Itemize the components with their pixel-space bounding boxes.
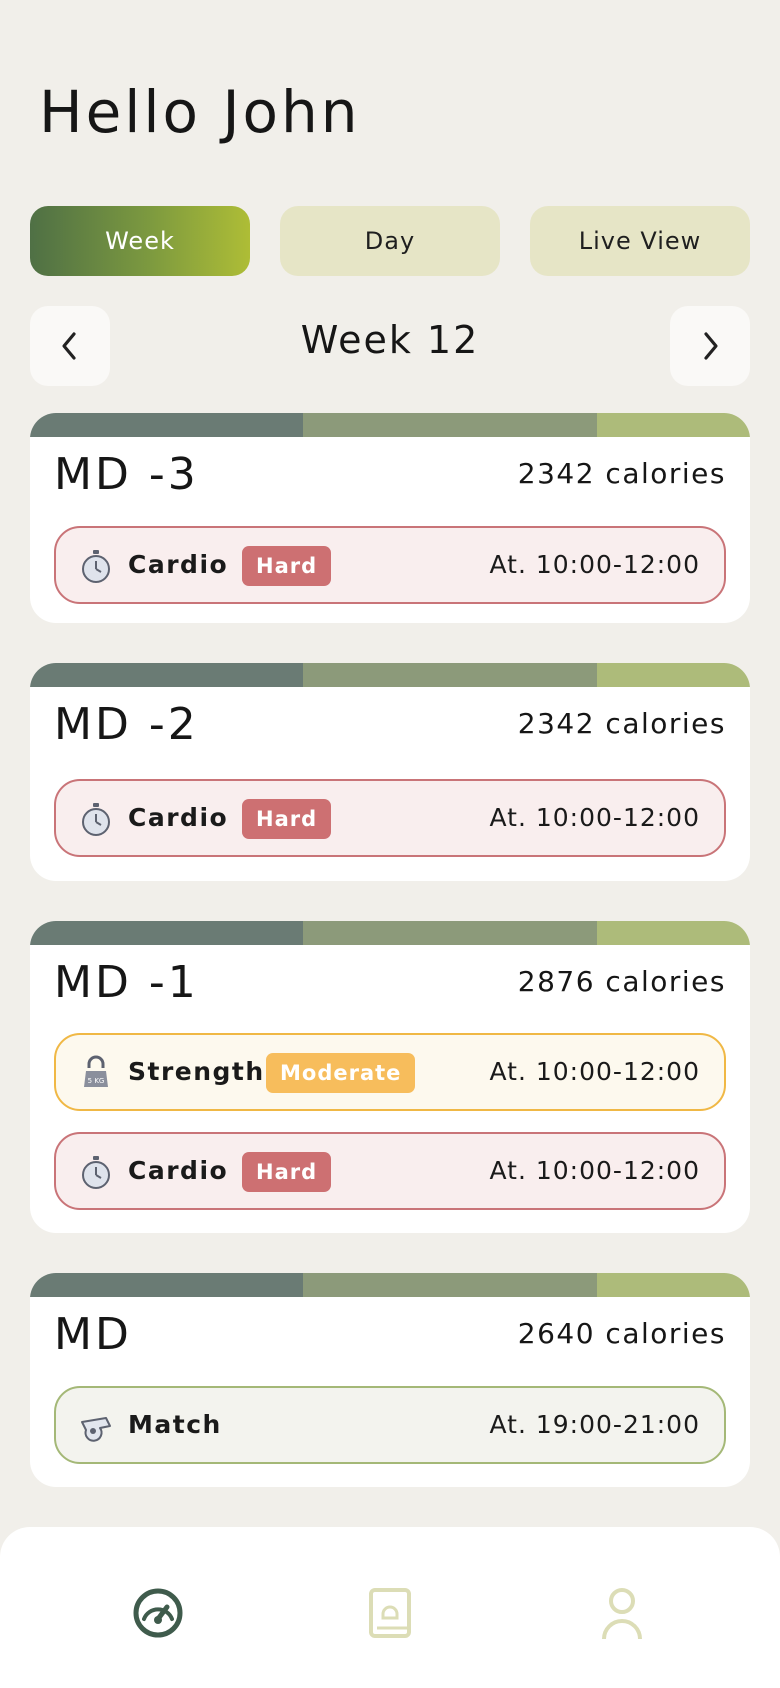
greeting-title: Hello John — [39, 78, 361, 146]
day-calories: 2342 calories — [517, 707, 726, 740]
card-header-bar — [30, 1273, 750, 1297]
session-time: At. 10:00-12:00 — [489, 803, 700, 832]
intensity-badge: Hard — [242, 1152, 332, 1192]
session-cardio[interactable]: Cardio Hard At. 10:00-12:00 — [54, 526, 726, 604]
session-name: Cardio — [128, 1156, 229, 1185]
week-label: Week 12 — [300, 318, 480, 362]
session-time: At. 10:00-12:00 — [489, 1156, 700, 1185]
tab-week[interactable]: Week — [30, 206, 250, 276]
session-cardio[interactable]: Cardio Hard At. 10:00-12:00 — [54, 1132, 726, 1210]
intensity-badge: Hard — [242, 546, 332, 586]
tab-dashboard[interactable] — [128, 1583, 188, 1643]
day-calories: 2342 calories — [517, 457, 726, 490]
tab-recipes[interactable] — [360, 1583, 420, 1643]
stopwatch-icon — [82, 1156, 110, 1189]
recipe-book-icon — [369, 1588, 411, 1638]
next-week-button[interactable] — [670, 306, 750, 386]
session-strength[interactable]: 5 KG Strength Moderate At. 10:00-12:00 — [54, 1033, 726, 1111]
kettlebell-icon: 5 KG — [84, 1055, 108, 1087]
day-card-md[interactable]: MD 2640 calories Match At. 19:00-21:00 — [30, 1273, 750, 1487]
intensity-badge: Moderate — [266, 1053, 416, 1093]
card-header-bar — [30, 663, 750, 687]
session-name: Cardio — [128, 803, 229, 832]
day-card-md-3[interactable]: MD -3 2342 calories Cardio Hard At. 10:0… — [30, 413, 750, 623]
day-card-md-2[interactable]: MD -2 2342 calories Cardio Hard At. 10:0… — [30, 663, 750, 881]
day-title: MD -3 — [54, 449, 199, 500]
card-header-bar — [30, 413, 750, 437]
session-name: Strength — [128, 1057, 265, 1086]
stopwatch-icon — [82, 803, 110, 836]
svg-text:5 KG: 5 KG — [88, 1077, 105, 1085]
session-time: At. 10:00-12:00 — [489, 550, 700, 579]
day-card-md-1[interactable]: MD -1 2876 calories 5 KG Strength Modera… — [30, 921, 750, 1233]
tab-live-view[interactable]: Live View — [530, 206, 750, 276]
session-match[interactable]: Match At. 19:00-21:00 — [54, 1386, 726, 1464]
day-title: MD -1 — [54, 957, 199, 1008]
card-header-bar — [30, 921, 750, 945]
day-title: MD -2 — [54, 699, 199, 750]
session-name: Cardio — [128, 550, 229, 579]
tab-profile[interactable] — [592, 1583, 652, 1643]
dashboard-gauge-icon — [133, 1588, 183, 1638]
session-name: Match — [128, 1410, 222, 1439]
intensity-badge: Hard — [242, 799, 332, 839]
tab-day[interactable]: Day — [280, 206, 500, 276]
profile-icon — [602, 1588, 642, 1640]
chevron-right-icon — [704, 332, 718, 360]
bottom-navigation — [0, 1527, 780, 1688]
whistle-icon — [81, 1417, 111, 1442]
stopwatch-icon — [82, 550, 110, 583]
day-calories: 2640 calories — [517, 1317, 726, 1350]
day-calories: 2876 calories — [517, 965, 726, 998]
session-cardio[interactable]: Cardio Hard At. 10:00-12:00 — [54, 779, 726, 857]
session-time: At. 10:00-12:00 — [489, 1057, 700, 1086]
day-title: MD — [54, 1309, 132, 1360]
session-time: At. 19:00-21:00 — [489, 1410, 700, 1439]
